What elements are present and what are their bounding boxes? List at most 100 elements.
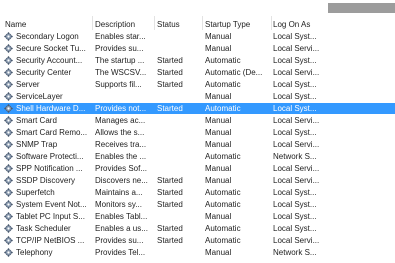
column-divider[interactable] xyxy=(271,16,272,30)
service-description: Provides not... xyxy=(95,104,147,113)
service-description: Provides Tel... xyxy=(95,248,146,257)
service-description: Enables a us... xyxy=(95,224,148,233)
service-startup-type: Automatic xyxy=(205,80,241,89)
service-row[interactable]: Shell Hardware D... Provides not... Starte… xyxy=(0,103,395,114)
service-row[interactable]: Telephony Provides Tel... Manual Network S.… xyxy=(0,247,395,258)
service-name: Telephony xyxy=(16,248,53,257)
gear-icon xyxy=(4,92,13,101)
service-startup-type: Automatic xyxy=(205,56,241,65)
service-row[interactable]: Secondary Logon Enables star... Manual Loca… xyxy=(0,31,395,42)
column-header-log-on-as[interactable]: Log On As xyxy=(273,20,310,29)
service-description: Provides su... xyxy=(95,44,144,53)
service-log-on-as: Network S... xyxy=(273,152,317,161)
service-log-on-as: Local Syst... xyxy=(273,32,317,41)
column-divider[interactable] xyxy=(92,16,93,30)
service-row[interactable]: Software Protecti... Enables the ... Autom… xyxy=(0,151,395,162)
gear-icon xyxy=(4,176,13,185)
service-row[interactable]: SPP Notification ... Provides Sof... Manua… xyxy=(0,163,395,174)
service-name: Server xyxy=(16,80,40,89)
service-description: Allows the s... xyxy=(95,128,145,137)
service-log-on-as: Local Syst... xyxy=(273,56,317,65)
service-status: Started xyxy=(157,224,183,233)
service-name: SPP Notification ... xyxy=(16,164,83,173)
gear-icon xyxy=(4,56,13,65)
service-status: Started xyxy=(157,104,183,113)
service-log-on-as: Local Syst... xyxy=(273,212,317,221)
service-startup-type: Manual xyxy=(205,140,232,149)
gear-icon xyxy=(4,152,13,161)
service-row[interactable]: Security Account... The startup ... Starte… xyxy=(0,55,395,66)
column-header-name[interactable]: Name xyxy=(5,20,26,29)
service-name: Smart Card xyxy=(16,116,57,125)
service-startup-type: Manual xyxy=(205,116,232,125)
service-status: Started xyxy=(157,68,183,77)
service-name: SSDP Discovery xyxy=(16,176,75,185)
service-log-on-as: Local Syst... xyxy=(273,92,317,101)
service-description: Enables Tabl... xyxy=(95,212,148,221)
service-log-on-as: Local Servi... xyxy=(273,140,320,149)
service-startup-type: Automatic (De... xyxy=(205,68,263,77)
service-row[interactable]: TCP/IP NetBIOS ... Provides su... Started A… xyxy=(0,235,395,246)
service-log-on-as: Local Servi... xyxy=(273,44,320,53)
column-divider[interactable] xyxy=(202,16,203,30)
service-row[interactable]: SNMP Trap Receives tra... Manual Local Serv… xyxy=(0,139,395,150)
service-row[interactable]: Smart Card Manages ac... Manual Local Servi… xyxy=(0,115,395,126)
gear-icon xyxy=(4,68,13,77)
service-description: Manages ac... xyxy=(95,116,146,125)
service-name: ServiceLayer xyxy=(16,92,63,101)
service-name: Tablet PC Input S... xyxy=(16,212,85,221)
service-name: Secure Socket Tu... xyxy=(16,44,86,53)
service-startup-type: Automatic xyxy=(205,200,241,209)
column-header-startup-type[interactable]: Startup Type xyxy=(205,20,250,29)
service-log-on-as: Local Syst... xyxy=(273,128,317,137)
gear-icon xyxy=(4,248,13,257)
service-log-on-as: Network S... xyxy=(273,248,317,257)
service-log-on-as: Local Servi... xyxy=(273,116,320,125)
gear-icon xyxy=(4,140,13,149)
service-status: Started xyxy=(157,236,183,245)
column-divider[interactable] xyxy=(154,16,155,30)
service-log-on-as: Local Servi... xyxy=(273,68,320,77)
service-row[interactable]: Task Scheduler Enables a us... Started Auto… xyxy=(0,223,395,234)
gear-icon xyxy=(4,80,13,89)
service-row[interactable]: Superfetch Maintains a... Started Automatic… xyxy=(0,187,395,198)
service-row[interactable]: Security Center The WSCSV... Started Automa… xyxy=(0,67,395,78)
service-description: Enables the ... xyxy=(95,152,147,161)
service-name: System Event Not... xyxy=(16,200,87,209)
service-log-on-as: Local Syst... xyxy=(273,80,317,89)
service-description: The WSCSV... xyxy=(95,68,147,77)
service-status: Started xyxy=(157,188,183,197)
service-description: The startup ... xyxy=(95,56,145,65)
service-row[interactable]: Secure Socket Tu... Provides su... Manual L… xyxy=(0,43,395,54)
service-name: Security Center xyxy=(16,68,72,77)
service-description: Provides su... xyxy=(95,236,144,245)
column-header-description[interactable]: Description xyxy=(95,20,135,29)
gear-icon xyxy=(4,128,13,137)
service-row[interactable]: Tablet PC Input S... Enables Tabl... Manua… xyxy=(0,211,395,222)
gear-icon xyxy=(4,236,13,245)
service-startup-type: Manual xyxy=(205,164,232,173)
service-description: Maintains a... xyxy=(95,188,143,197)
service-status: Started xyxy=(157,80,183,89)
service-row[interactable]: System Event Not... Monitors sy... Started… xyxy=(0,199,395,210)
service-startup-type: Automatic xyxy=(205,188,241,197)
service-row[interactable]: Smart Card Remo... Allows the s... Manual L… xyxy=(0,127,395,138)
service-description: Enables star... xyxy=(95,32,146,41)
service-log-on-as: Local Syst... xyxy=(273,188,317,197)
service-row[interactable]: SSDP Discovery Discovers ne... Started Manu… xyxy=(0,175,395,186)
service-log-on-as: Local Servi... xyxy=(273,176,320,185)
gear-icon xyxy=(4,32,13,41)
service-row[interactable]: ServiceLayer Manual Local Syst... xyxy=(0,91,395,102)
column-header-status[interactable]: Status xyxy=(157,20,180,29)
service-log-on-as: Local Servi... xyxy=(273,236,320,245)
service-name: Security Account... xyxy=(16,56,83,65)
service-startup-type: Manual xyxy=(205,248,232,257)
service-row[interactable]: Server Supports fil... Started Automatic Loc… xyxy=(0,79,395,90)
service-name: TCP/IP NetBIOS ... xyxy=(16,236,85,245)
service-startup-type: Automatic xyxy=(205,236,241,245)
service-name: Shell Hardware D... xyxy=(16,104,86,113)
service-log-on-as: Local Syst... xyxy=(273,200,317,209)
service-description: Provides Sof... xyxy=(95,164,148,173)
service-name: Smart Card Remo... xyxy=(16,128,88,137)
service-log-on-as: Local Servi... xyxy=(273,164,320,173)
